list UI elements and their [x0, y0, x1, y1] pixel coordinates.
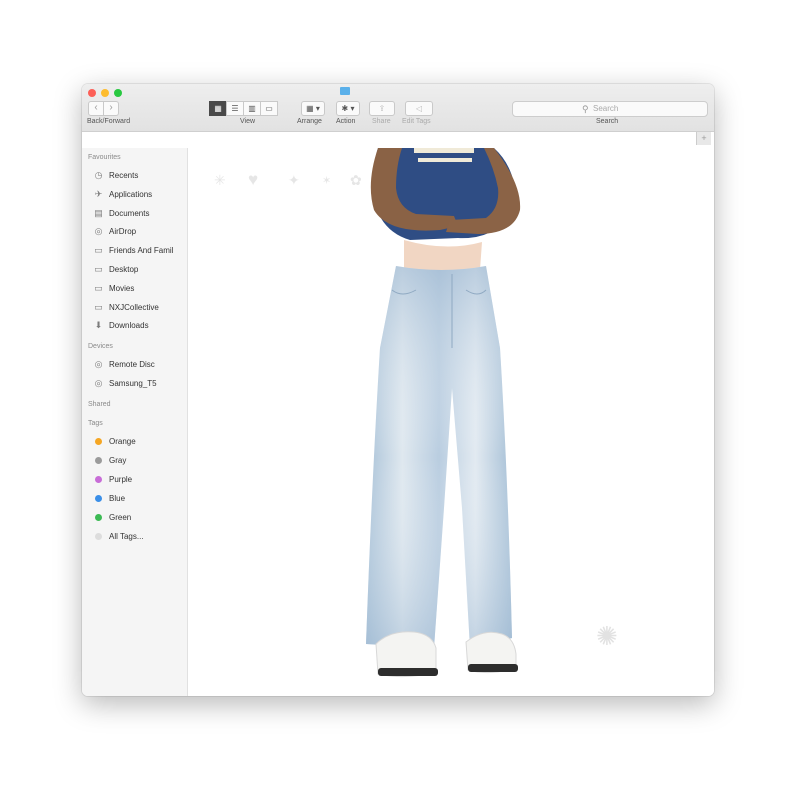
sidebar-item-label: Applications [109, 189, 153, 199]
favourites-header: Favourites [88, 154, 121, 161]
sidebar-item-label: Desktop [109, 264, 139, 274]
clock-icon: ◷ [94, 169, 103, 180]
flower-decoration-icon: ✿ [350, 172, 362, 188]
back-forward-label: Back/Forward [87, 118, 131, 125]
sidebar-tag-gray[interactable]: Gray [93, 453, 126, 467]
tag-dot-icon [95, 532, 102, 540]
share-button[interactable]: ⇪ [369, 101, 395, 116]
sidebar-tag-orange[interactable]: Orange [93, 434, 136, 448]
tag-dot-icon [95, 475, 102, 483]
search-field[interactable]: ⚲ Search [512, 101, 708, 117]
sidebar-item-airdrop[interactable]: ◎ AirDrop [93, 224, 137, 238]
sidebar-item-label: Blue [109, 493, 126, 503]
sparkle-decoration-icon: ✳ [214, 172, 226, 188]
sidebar-tag-blue[interactable]: Blue [93, 491, 125, 505]
sidebar-item-applications[interactable]: ✈ Applications [93, 187, 152, 201]
action-label: Action [336, 118, 356, 125]
shared-header: Shared [88, 401, 111, 408]
sidebar-item-recents[interactable]: ◷ Recents [93, 168, 139, 182]
finder-window: ‹ › Back/Forward ▦ ☰ ▥ ▭ View ▦ ▾ Arrang… [82, 84, 714, 696]
sidebar-tag-all-tags[interactable]: All Tags... [93, 529, 144, 543]
folder-icon: ▭ [94, 301, 103, 312]
view-label: View [240, 118, 256, 125]
add-tab-button[interactable]: + [696, 132, 711, 145]
sidebar-item-label: Purple [109, 474, 133, 484]
tag-dot-icon [95, 494, 102, 502]
sidebar-item-label: NXJCollective [109, 302, 159, 312]
sidebar-item-nxjcollective[interactable]: ▭ NXJCollective [93, 300, 159, 314]
tag-dot-icon [95, 513, 102, 521]
disc-icon: ◎ [94, 358, 103, 369]
sidebar-tag-purple[interactable]: Purple [93, 472, 132, 486]
sidebar-item-documents[interactable]: ▤ Documents [93, 206, 149, 220]
sidebar-item-label: Recents [109, 170, 139, 180]
sidebar-item-label: Documents [109, 208, 150, 218]
sidebar-item-label: Remote Disc [109, 359, 155, 369]
share-label: Share [372, 118, 391, 125]
drive-icon: ◎ [94, 377, 103, 388]
downloads-icon: ⬇ [94, 319, 103, 330]
content-area: ✳ ♥ ✦ ✶ ✿ ✺ [188, 148, 714, 696]
close-button[interactable] [88, 89, 96, 97]
tag-dot-icon [95, 456, 102, 464]
search-icon: ⚲ [582, 104, 589, 114]
product-photo-jeans-model [366, 148, 521, 678]
edit-tags-button[interactable]: ◁ [405, 101, 433, 116]
sidebar-item-label: Gray [109, 455, 127, 465]
search-placeholder: Search [593, 104, 619, 113]
sidebar-item-label: Green [109, 512, 132, 522]
action-button[interactable]: ✱ ▾ [336, 101, 360, 116]
arrange-label: Arrange [297, 118, 322, 125]
applications-icon: ✈ [94, 188, 103, 199]
sidebar-item-label: AirDrop [109, 226, 137, 236]
desktop-icon: ▭ [94, 263, 103, 274]
minimize-button[interactable] [101, 89, 109, 97]
heart-decoration-icon: ♥ [248, 170, 259, 189]
tags-header: Tags [88, 420, 103, 427]
sidebar-item-desktop[interactable]: ▭ Desktop [93, 262, 138, 276]
sidebar: Favourites ◷ Recents ✈ Applications ▤ Do… [82, 148, 188, 696]
toolbar: ‹ › Back/Forward ▦ ☰ ▥ ▭ View ▦ ▾ Arrang… [82, 84, 714, 132]
list-view-button[interactable]: ☰ [226, 101, 244, 116]
back-button[interactable]: ‹ [88, 101, 104, 116]
arrange-button[interactable]: ▦ ▾ [301, 101, 325, 116]
icon-view-button[interactable]: ▦ [209, 101, 227, 116]
sidebar-item-remote-disc[interactable]: ◎ Remote Disc [93, 357, 155, 371]
zoom-button[interactable] [114, 89, 122, 97]
gallery-view-button[interactable]: ▭ [260, 101, 278, 116]
search-label: Search [596, 118, 619, 125]
forward-button[interactable]: › [104, 101, 119, 116]
tag-dot-icon [95, 437, 102, 445]
sidebar-item-downloads[interactable]: ⬇ Downloads [93, 318, 149, 332]
edit-tags-label: Edit Tags [402, 118, 431, 125]
sidebar-item-samsung-t5[interactable]: ◎ Samsung_T5 [93, 376, 157, 390]
sidebar-item-label: Samsung_T5 [109, 378, 157, 388]
documents-icon: ▤ [94, 207, 103, 218]
folder-title-icon [340, 87, 350, 95]
sparkle-watermark-icon: ✺ [596, 621, 618, 651]
sidebar-item-label: Downloads [109, 320, 149, 330]
sidebar-item-friends-and-family[interactable]: ▭ Friends And Famil [93, 243, 173, 257]
sidebar-tag-green[interactable]: Green [93, 510, 131, 524]
sidebar-item-label: Movies [109, 283, 135, 293]
column-view-button[interactable]: ▥ [243, 101, 261, 116]
sidebar-item-movies[interactable]: ▭ Movies [93, 281, 134, 295]
star-decoration-icon: ✦ [288, 172, 300, 188]
sidebar-item-label: Friends And Famil [109, 245, 174, 255]
view-mode-control: ▦ ☰ ▥ ▭ [209, 101, 278, 116]
back-forward-control: ‹ › [88, 101, 119, 116]
movies-icon: ▭ [94, 282, 103, 293]
star-small-decoration-icon: ✶ [322, 175, 332, 187]
folder-icon: ▭ [94, 244, 103, 255]
devices-header: Devices [88, 343, 113, 350]
sidebar-item-label: All Tags... [109, 531, 144, 541]
sidebar-item-label: Orange [109, 436, 136, 446]
airdrop-icon: ◎ [94, 225, 103, 236]
